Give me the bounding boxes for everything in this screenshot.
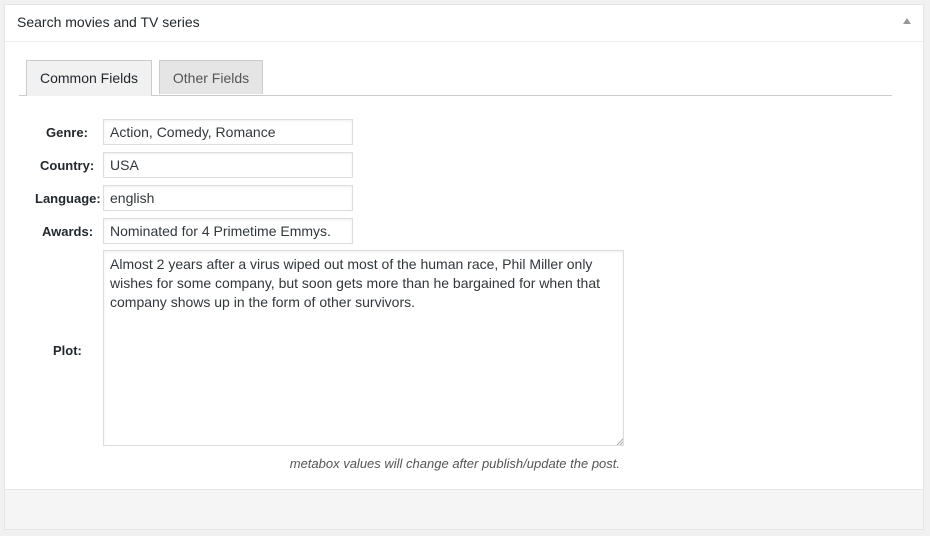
metabox-footer bbox=[5, 489, 923, 529]
language-input[interactable] bbox=[103, 185, 353, 211]
genre-input[interactable] bbox=[103, 119, 353, 145]
language-label: Language: bbox=[35, 191, 101, 206]
country-label: Country: bbox=[40, 158, 95, 173]
tab-bar: Common Fields Other Fields bbox=[19, 60, 892, 96]
plot-textarea[interactable]: Almost 2 years after a virus wiped out m… bbox=[103, 250, 624, 446]
metabox-note: metabox values will change after publish… bbox=[289, 456, 620, 471]
metabox-header[interactable]: Search movies and TV series bbox=[5, 5, 923, 42]
collapse-arrow-icon[interactable] bbox=[903, 18, 911, 24]
plot-label: Plot: bbox=[53, 343, 82, 358]
awards-input[interactable] bbox=[103, 218, 353, 244]
metabox-title: Search movies and TV series bbox=[17, 14, 200, 30]
awards-label: Awards: bbox=[42, 224, 94, 239]
tab-common-fields[interactable]: Common Fields bbox=[26, 60, 152, 96]
tab-other-fields[interactable]: Other Fields bbox=[159, 60, 263, 94]
metabox: Search movies and TV series Common Field… bbox=[4, 4, 924, 530]
resize-grip-icon[interactable] bbox=[615, 437, 623, 445]
country-input[interactable] bbox=[103, 152, 353, 178]
genre-label: Genre: bbox=[46, 125, 88, 140]
